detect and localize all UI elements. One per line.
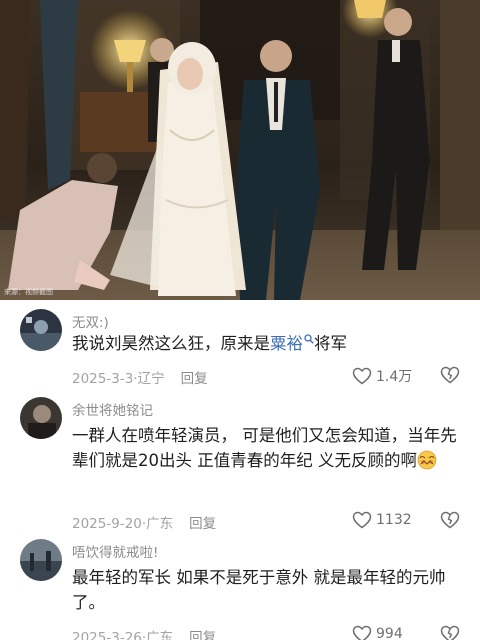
comment-meta: 2025-3-3·辽宁 回复 <box>72 367 208 387</box>
avatar[interactable] <box>20 309 62 351</box>
shy-face-emoji <box>417 450 437 470</box>
broken-heart-icon <box>440 625 460 640</box>
like-count: 1.4万 <box>376 369 413 385</box>
like-count: 994 <box>376 626 403 640</box>
heart-outline-icon <box>352 625 372 640</box>
comment-item: 无双:) 我说刘昊然这么狂，原来是粟裕 将军 2025-3-3·辽宁 回复 1.4万 <box>0 300 480 400</box>
broken-heart-icon <box>440 511 460 529</box>
comment-location: 辽宁 <box>137 371 165 387</box>
like-button[interactable]: 1132 <box>352 511 412 529</box>
comment-username[interactable]: 无双:) <box>72 311 109 331</box>
comment-text-body: 一群人在喷年轻演员， 可是他们又怎会知道，当年先辈们就是20出头 正值青春的年纪… <box>72 426 457 470</box>
comment-username[interactable]: 余世将她铭记 <box>72 399 153 419</box>
comment-item: 余世将她铭记 一群人在喷年轻演员， 可是他们又怎会知道，当年先辈们就是20出头 … <box>0 390 480 533</box>
comment-username[interactable]: 唔饮得就戒啦! <box>72 541 158 561</box>
comment-date: 2025-3-26 <box>72 630 142 640</box>
comment-text: 我说刘昊然这么狂，原来是粟裕 将军 <box>72 331 464 356</box>
search-link[interactable]: 粟裕 <box>270 334 303 353</box>
heart-outline-icon <box>352 367 372 385</box>
reply-button[interactable]: 回复 <box>181 371 208 387</box>
reply-button[interactable]: 回复 <box>189 516 216 532</box>
image-watermark: 来源：视频截图 <box>4 288 53 296</box>
comment-item: 唔饮得就戒啦! 最年轻的军长 如果不是死于意外 就是最年轻的元帅了。 2025-… <box>0 532 480 640</box>
like-button[interactable]: 994 <box>352 625 403 640</box>
dislike-button[interactable] <box>440 511 460 533</box>
like-button[interactable]: 1.4万 <box>352 366 412 386</box>
comment-location: 广东 <box>146 516 174 532</box>
comment-text: 一群人在喷年轻演员， 可是他们又怎会知道，当年先辈们就是20出头 正值青春的年纪… <box>72 423 464 473</box>
comment-meta: 2025-3-26·广东 回复 <box>72 626 216 640</box>
avatar[interactable] <box>20 397 62 439</box>
comment-date: 2025-3-3 <box>72 371 134 387</box>
comment-text-after: 将军 <box>314 334 347 353</box>
heart-outline-icon <box>352 511 372 529</box>
avatar[interactable] <box>20 539 62 581</box>
search-icon[interactable] <box>304 334 314 344</box>
dislike-button[interactable] <box>440 366 460 388</box>
comment-location: 广东 <box>146 630 174 640</box>
comment-text: 最年轻的军长 如果不是死于意外 就是最年轻的元帅了。 <box>72 568 446 612</box>
comment-text-before: 我说刘昊然这么狂，原来是 <box>72 334 270 353</box>
comment-list: 无双:) 我说刘昊然这么狂，原来是粟裕 将军 2025-3-3·辽宁 回复 1.4万… <box>0 300 480 640</box>
comment-meta: 2025-9-20·广东 回复 <box>72 512 216 532</box>
like-count: 1132 <box>376 512 412 528</box>
reply-button[interactable]: 回复 <box>189 630 216 640</box>
dislike-button[interactable] <box>440 625 460 640</box>
drama-still-image: 来源：视频截图 <box>0 0 480 300</box>
comment-date: 2025-9-20 <box>72 516 142 532</box>
broken-heart-icon <box>440 366 460 384</box>
